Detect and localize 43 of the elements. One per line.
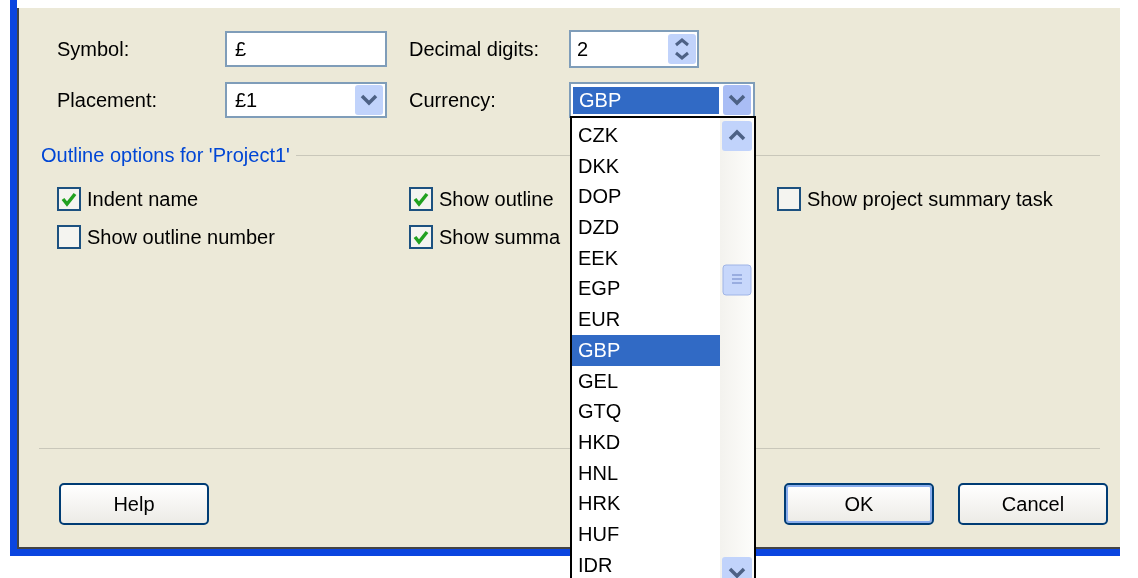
- placement-dropdown[interactable]: £1: [225, 82, 387, 118]
- currency-option[interactable]: EEK: [572, 242, 720, 274]
- dialog-button[interactable]: OK: [784, 483, 934, 525]
- currency-option[interactable]: HKD: [572, 426, 720, 458]
- currency-option[interactable]: DOP: [572, 181, 720, 213]
- checkbox[interactable]: [777, 187, 801, 211]
- spinner-arrows-icon[interactable]: [667, 33, 697, 65]
- currency-label: Currency:: [409, 88, 497, 112]
- checkbox[interactable]: [57, 225, 81, 249]
- dialog-button[interactable]: Cancel: [958, 483, 1108, 525]
- checkbox-label: Show project summary task: [807, 187, 1053, 211]
- checkbox-label: Show summa: [439, 225, 561, 249]
- scroll-thumb[interactable]: [722, 264, 752, 296]
- currency-option[interactable]: HUF: [572, 518, 720, 550]
- currency-option[interactable]: GBP: [572, 334, 720, 366]
- chevron-down-icon[interactable]: [355, 85, 383, 115]
- chevron-down-icon[interactable]: [723, 85, 751, 115]
- dialog-button[interactable]: Help: [59, 483, 209, 525]
- section-title: Outline options for 'Project1': [41, 144, 290, 167]
- decimal-digits-spinner[interactable]: 2: [569, 30, 699, 68]
- currency-option[interactable]: DZD: [572, 212, 720, 243]
- checkbox-label: Indent name: [87, 187, 199, 211]
- currency-option[interactable]: IDR: [572, 549, 720, 578]
- currency-option[interactable]: GEL: [572, 365, 720, 397]
- currency-option[interactable]: GTQ: [572, 396, 720, 427]
- symbol-label: Symbol:: [57, 37, 131, 61]
- currency-option[interactable]: CZK: [572, 120, 720, 151]
- checkbox[interactable]: [57, 187, 81, 211]
- checkbox[interactable]: [409, 187, 433, 211]
- currency-option[interactable]: HRK: [572, 488, 720, 519]
- currency-option[interactable]: EUR: [572, 304, 720, 335]
- checkbox-label: Show outline: [439, 187, 554, 211]
- currency-option[interactable]: EGP: [572, 273, 720, 305]
- checkbox[interactable]: [409, 225, 433, 249]
- scrollbar[interactable]: [720, 118, 754, 578]
- currency-dropdown[interactable]: GBP: [569, 82, 755, 118]
- placement-label: Placement:: [57, 88, 159, 112]
- currency-option[interactable]: DKK: [572, 150, 720, 182]
- symbol-field[interactable]: £: [225, 31, 387, 67]
- decimal-digits-label: Decimal digits:: [409, 37, 541, 61]
- scroll-up-icon[interactable]: [721, 120, 753, 152]
- checkbox-label: Show outline number: [87, 225, 275, 249]
- currency-option[interactable]: HNL: [572, 457, 720, 489]
